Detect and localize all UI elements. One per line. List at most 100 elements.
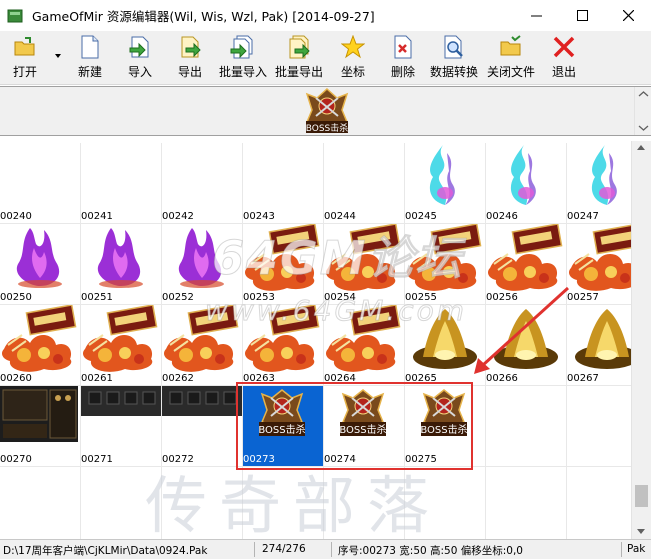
image-cell[interactable]: 00251 — [81, 224, 162, 305]
image-cell[interactable]: 00250 — [0, 224, 81, 305]
convert-button[interactable]: 数据转换 — [430, 34, 478, 82]
image-cell[interactable]: 00271 — [81, 386, 162, 467]
image-cell[interactable]: 00272 — [162, 386, 243, 467]
explosion-banner-thumbnail — [326, 224, 401, 291]
image-cell[interactable]: 00254 — [324, 224, 405, 305]
image-cell[interactable]: 00263 — [243, 305, 324, 386]
exit-icon — [551, 34, 577, 60]
preview-scrollbar[interactable] — [634, 87, 651, 135]
image-cell[interactable] — [0, 467, 81, 539]
image-cell[interactable] — [324, 467, 405, 539]
image-cell[interactable]: BOSS击杀 00275 — [405, 386, 486, 467]
export-button[interactable]: 导出 — [177, 34, 203, 82]
image-cell[interactable]: 00246 — [486, 143, 567, 224]
image-index-label: 00242 — [162, 211, 194, 222]
status-count: 274/276 — [262, 543, 306, 555]
maximize-button[interactable] — [559, 0, 605, 31]
explosion-banner-thumbnail — [245, 224, 320, 291]
boss-badge-thumbnail: BOSS击杀 — [339, 389, 387, 436]
status-format: Pak — [627, 543, 646, 555]
cyan-flame-thumbnail — [591, 145, 617, 205]
preview-boss-badge: BOSS击杀 — [306, 88, 348, 134]
dark-panel-thumbnail — [0, 386, 78, 442]
status-info: 序号:00273 宽:50 高:50 偏移坐标:0,0 — [338, 545, 523, 557]
explosion-banner-thumbnail — [569, 224, 631, 291]
maximize-icon — [576, 10, 588, 21]
image-cell[interactable]: 00255 — [405, 224, 486, 305]
image-cell[interactable]: 00256 — [486, 224, 567, 305]
scroll-down-arrow[interactable] — [637, 529, 645, 534]
image-cell[interactable]: 00257 — [567, 224, 631, 305]
image-cell[interactable]: 00243 — [243, 143, 324, 224]
explosion-banner-thumbnail — [83, 305, 158, 372]
image-index-label: 00262 — [162, 373, 194, 384]
image-cell[interactable] — [567, 467, 631, 539]
explosion-banner-thumbnail — [407, 224, 482, 291]
image-index-label: 00250 — [0, 292, 32, 303]
image-cell[interactable]: 00241 — [81, 143, 162, 224]
image-cell[interactable] — [162, 467, 243, 539]
image-cell[interactable]: 00270 — [0, 386, 81, 467]
image-cell[interactable] — [486, 467, 567, 539]
image-cell[interactable]: 00266 — [486, 305, 567, 386]
open-dropdown-arrow[interactable] — [55, 54, 61, 58]
exit-button[interactable]: 退出 — [551, 34, 577, 82]
close-window-button[interactable] — [605, 0, 651, 31]
image-cell[interactable] — [486, 386, 567, 467]
grid-scrollbar[interactable] — [631, 141, 651, 539]
image-index-label: 00272 — [162, 454, 194, 465]
image-cell[interactable]: 00244 — [324, 143, 405, 224]
image-cell[interactable]: 00261 — [81, 305, 162, 386]
status-bar: D:\17周年客户端\CjKLMir\Data\0924.Pak 274/276… — [0, 539, 651, 559]
minimize-button[interactable] — [513, 0, 559, 31]
scroll-up-arrow[interactable] — [637, 145, 645, 150]
image-index-label: 00245 — [405, 211, 437, 222]
image-index-label: 00267 — [567, 373, 599, 384]
image-cell[interactable]: 00242 — [162, 143, 243, 224]
dark-bar-thumbnail — [81, 386, 161, 416]
image-cell[interactable]: 00240 — [0, 143, 81, 224]
boss-badge-text: BOSS击杀 — [339, 423, 386, 436]
image-cell[interactable]: 00247 — [567, 143, 631, 224]
image-cell[interactable]: 00253 — [243, 224, 324, 305]
import-button[interactable]: 导入 — [127, 34, 153, 82]
image-cell[interactable] — [405, 467, 486, 539]
minimize-icon — [530, 15, 542, 17]
toolbar: 打开 新建 导入 导出 批量导入 批量导出 坐标 删除 数据转换 关闭文件 退出 — [0, 31, 651, 85]
image-index-label: 00270 — [0, 454, 32, 465]
image-cell[interactable]: 00265 — [405, 305, 486, 386]
batch-import-button[interactable]: 批量导入 — [219, 34, 267, 82]
batch-export-button[interactable]: 批量导出 — [275, 34, 323, 82]
image-cell[interactable] — [243, 467, 324, 539]
close-file-button[interactable]: 关闭文件 — [487, 34, 535, 82]
image-cell[interactable]: 00260 — [0, 305, 81, 386]
boss-badge-text: BOSS击杀 — [420, 423, 467, 436]
new-button[interactable]: 新建 — [77, 34, 103, 82]
image-index-label: 00264 — [324, 373, 356, 384]
image-index-label: 00253 — [243, 292, 275, 303]
open-button[interactable]: 打开 — [12, 34, 38, 82]
image-cell[interactable]: 00252 — [162, 224, 243, 305]
image-cell[interactable] — [81, 467, 162, 539]
delete-button[interactable]: 删除 — [390, 34, 416, 82]
image-cell[interactable]: 00264 — [324, 305, 405, 386]
app-icon — [7, 9, 23, 22]
coordinates-button[interactable]: 坐标 — [340, 34, 366, 82]
export-icon — [177, 34, 203, 60]
image-cell[interactable]: 00245 — [405, 143, 486, 224]
image-index-label: 00244 — [324, 211, 356, 222]
image-index-label: 00246 — [486, 211, 518, 222]
image-index-label: 00271 — [81, 454, 113, 465]
image-index-label: 00255 — [405, 292, 437, 303]
image-cell[interactable]: 00262 — [162, 305, 243, 386]
explosion-banner-thumbnail — [2, 305, 77, 372]
image-cell[interactable] — [567, 386, 631, 467]
star-icon — [340, 34, 366, 60]
explosion-banner-thumbnail — [245, 305, 320, 372]
image-index-label: 00247 — [567, 211, 599, 222]
scroll-thumb[interactable] — [635, 485, 648, 507]
purple-flame-thumbnail — [16, 228, 62, 288]
image-cell[interactable]: BOSS击杀 00274 — [324, 386, 405, 467]
image-cell[interactable]: BOSS击杀 00273 — [243, 386, 324, 467]
image-cell[interactable]: 00267 — [567, 305, 631, 386]
